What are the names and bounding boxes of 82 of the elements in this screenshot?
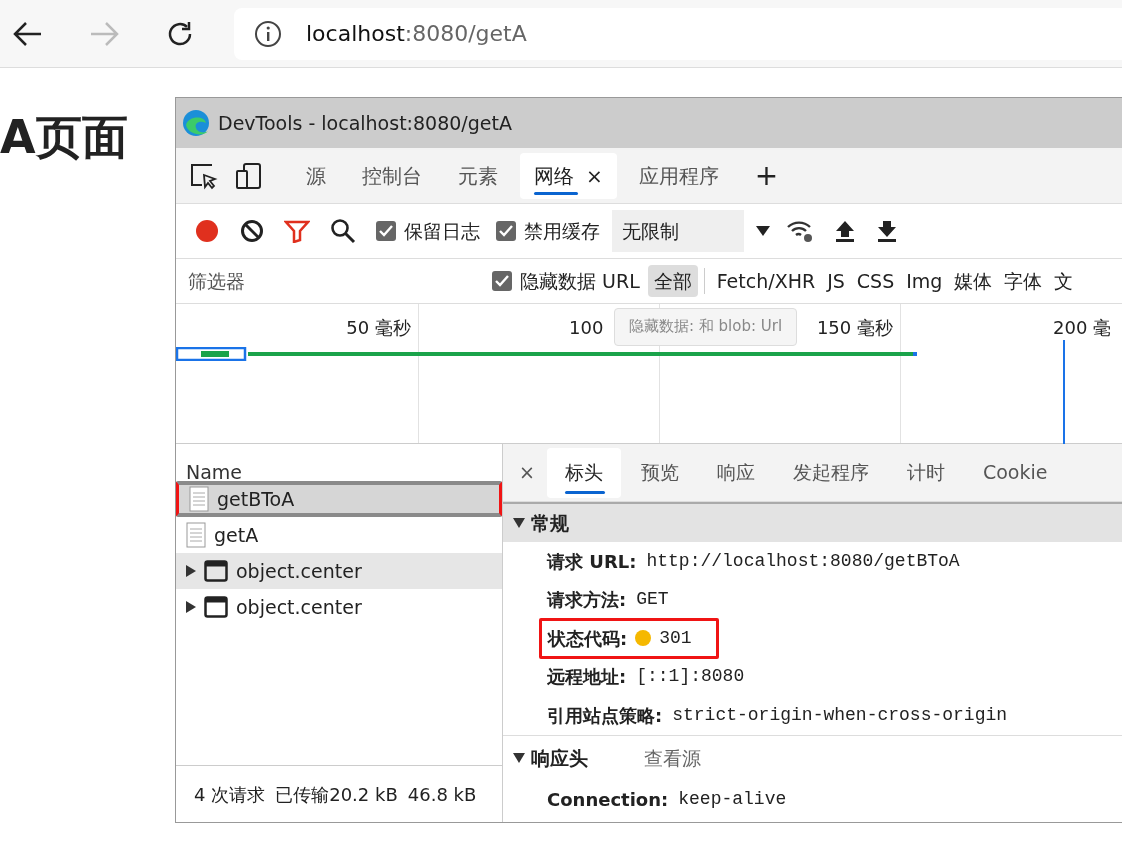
throttling-select[interactable]: 无限制 (612, 210, 744, 252)
document-icon (189, 486, 209, 512)
field-label: Connection: (547, 788, 669, 813)
timeline-tick-label: 100 (569, 316, 604, 340)
window-title: DevTools - localhost:8080/getA (218, 110, 512, 136)
type-filter-button[interactable]: 字体 (998, 264, 1049, 298)
field-label: 请求方法: (547, 588, 627, 613)
dropdown-caret-icon (756, 226, 770, 236)
summary-text: 4 次请求 (194, 782, 266, 807)
field-label: 状态代码: (548, 626, 628, 651)
timeline-tick-label: 50 毫秒 (346, 316, 411, 340)
field-value: strict-origin-when-cross-origin (672, 703, 1008, 727)
detail-tab[interactable]: 标头 (546, 447, 621, 498)
info-icon (254, 19, 282, 48)
field-value: GET (636, 588, 669, 612)
summary-text: 已传输20.2 kB (275, 782, 398, 807)
field-value: http://localhost:8080/getBToA (646, 549, 960, 573)
reload-icon (166, 19, 194, 48)
field-value: [::1]:8080 (636, 665, 745, 689)
timeline-tick-label: 150 毫秒 (816, 316, 893, 340)
request-row[interactable]: object.center (176, 589, 502, 625)
devtools-tab[interactable]: 控制台 (348, 152, 436, 199)
checkbox-label: 保留日志 (404, 218, 480, 244)
detail-tab[interactable]: 预览 (622, 447, 697, 498)
field-value: 301 (659, 626, 692, 650)
detail-tab[interactable]: Cookie (964, 447, 1066, 498)
type-filter-button[interactable]: 全部 (647, 264, 698, 298)
devtools-tab[interactable]: 元素 (444, 152, 512, 199)
browser-logo-icon (182, 109, 210, 137)
type-filter-button[interactable]: CSS (850, 264, 901, 298)
timeline-tick-label: 200 毫 (1053, 316, 1112, 340)
frame-icon (204, 596, 228, 618)
collapse-triangle-icon[interactable] (513, 753, 525, 763)
devtools-tab[interactable]: 网络 × (520, 152, 617, 199)
devtools-tab[interactable]: 应用程序 (624, 152, 733, 199)
download-icon (876, 219, 898, 243)
checkbox-label: 隐藏数据 URL (520, 268, 640, 294)
forward-arrow-icon (89, 20, 119, 47)
detail-tab[interactable]: 计时 (888, 447, 963, 498)
close-panel-button[interactable]: × (509, 447, 545, 498)
expand-triangle-icon (186, 565, 196, 577)
filter-icon (284, 219, 310, 243)
field-label: 请求 URL: (547, 549, 637, 574)
section-title: 常规 (531, 510, 569, 536)
request-row[interactable]: getA (176, 517, 502, 553)
page-heading: A页面 (0, 110, 128, 166)
document-icon (186, 522, 206, 548)
detail-tab[interactable]: 响应 (698, 447, 773, 498)
tooltip: 隐藏数据: 和 blob: Url (614, 308, 798, 346)
address-bar[interactable]: localhost:8080/getA (234, 7, 1122, 60)
devtools-tab[interactable]: 源 (292, 152, 340, 199)
detail-tab[interactable]: 发起程序 (774, 447, 887, 498)
type-filter-button[interactable]: Fetch/XHR (710, 264, 822, 298)
type-filter-button[interactable]: Img (900, 264, 949, 298)
checkbox[interactable] (496, 221, 516, 241)
upload-icon (834, 219, 856, 243)
close-tab-button[interactable]: × (586, 160, 603, 191)
wifi-gear-icon (786, 219, 814, 243)
field-label: 远程地址: (547, 665, 627, 690)
summary-text: 46.8 kB (407, 782, 477, 807)
checkbox[interactable] (492, 271, 512, 291)
request-row[interactable]: getBToA (176, 481, 502, 517)
collapse-triangle-icon[interactable] (513, 518, 525, 528)
checkbox-label: 禁用缓存 (524, 218, 600, 244)
request-row[interactable]: object.center (176, 553, 502, 589)
type-filter-button[interactable]: 媒体 (948, 264, 999, 298)
type-filter-button[interactable]: 文 (1048, 264, 1080, 298)
add-tab-button[interactable]: + (740, 152, 793, 199)
field-label: 引用站点策略: (547, 703, 663, 728)
record-icon (194, 218, 220, 244)
checkbox[interactable] (376, 221, 396, 241)
column-header: Name (185, 460, 244, 481)
field-value: keep-alive (678, 788, 787, 812)
frame-icon (204, 560, 228, 582)
expand-triangle-icon (186, 601, 196, 613)
section-title: 响应头 (531, 745, 588, 771)
view-source-link[interactable]: 查看源 (644, 743, 701, 773)
back-arrow-icon (13, 20, 43, 47)
clear-icon (240, 219, 264, 243)
device-icon (234, 160, 264, 191)
search-icon (330, 218, 356, 244)
type-filter-button[interactable]: JS (821, 264, 851, 298)
